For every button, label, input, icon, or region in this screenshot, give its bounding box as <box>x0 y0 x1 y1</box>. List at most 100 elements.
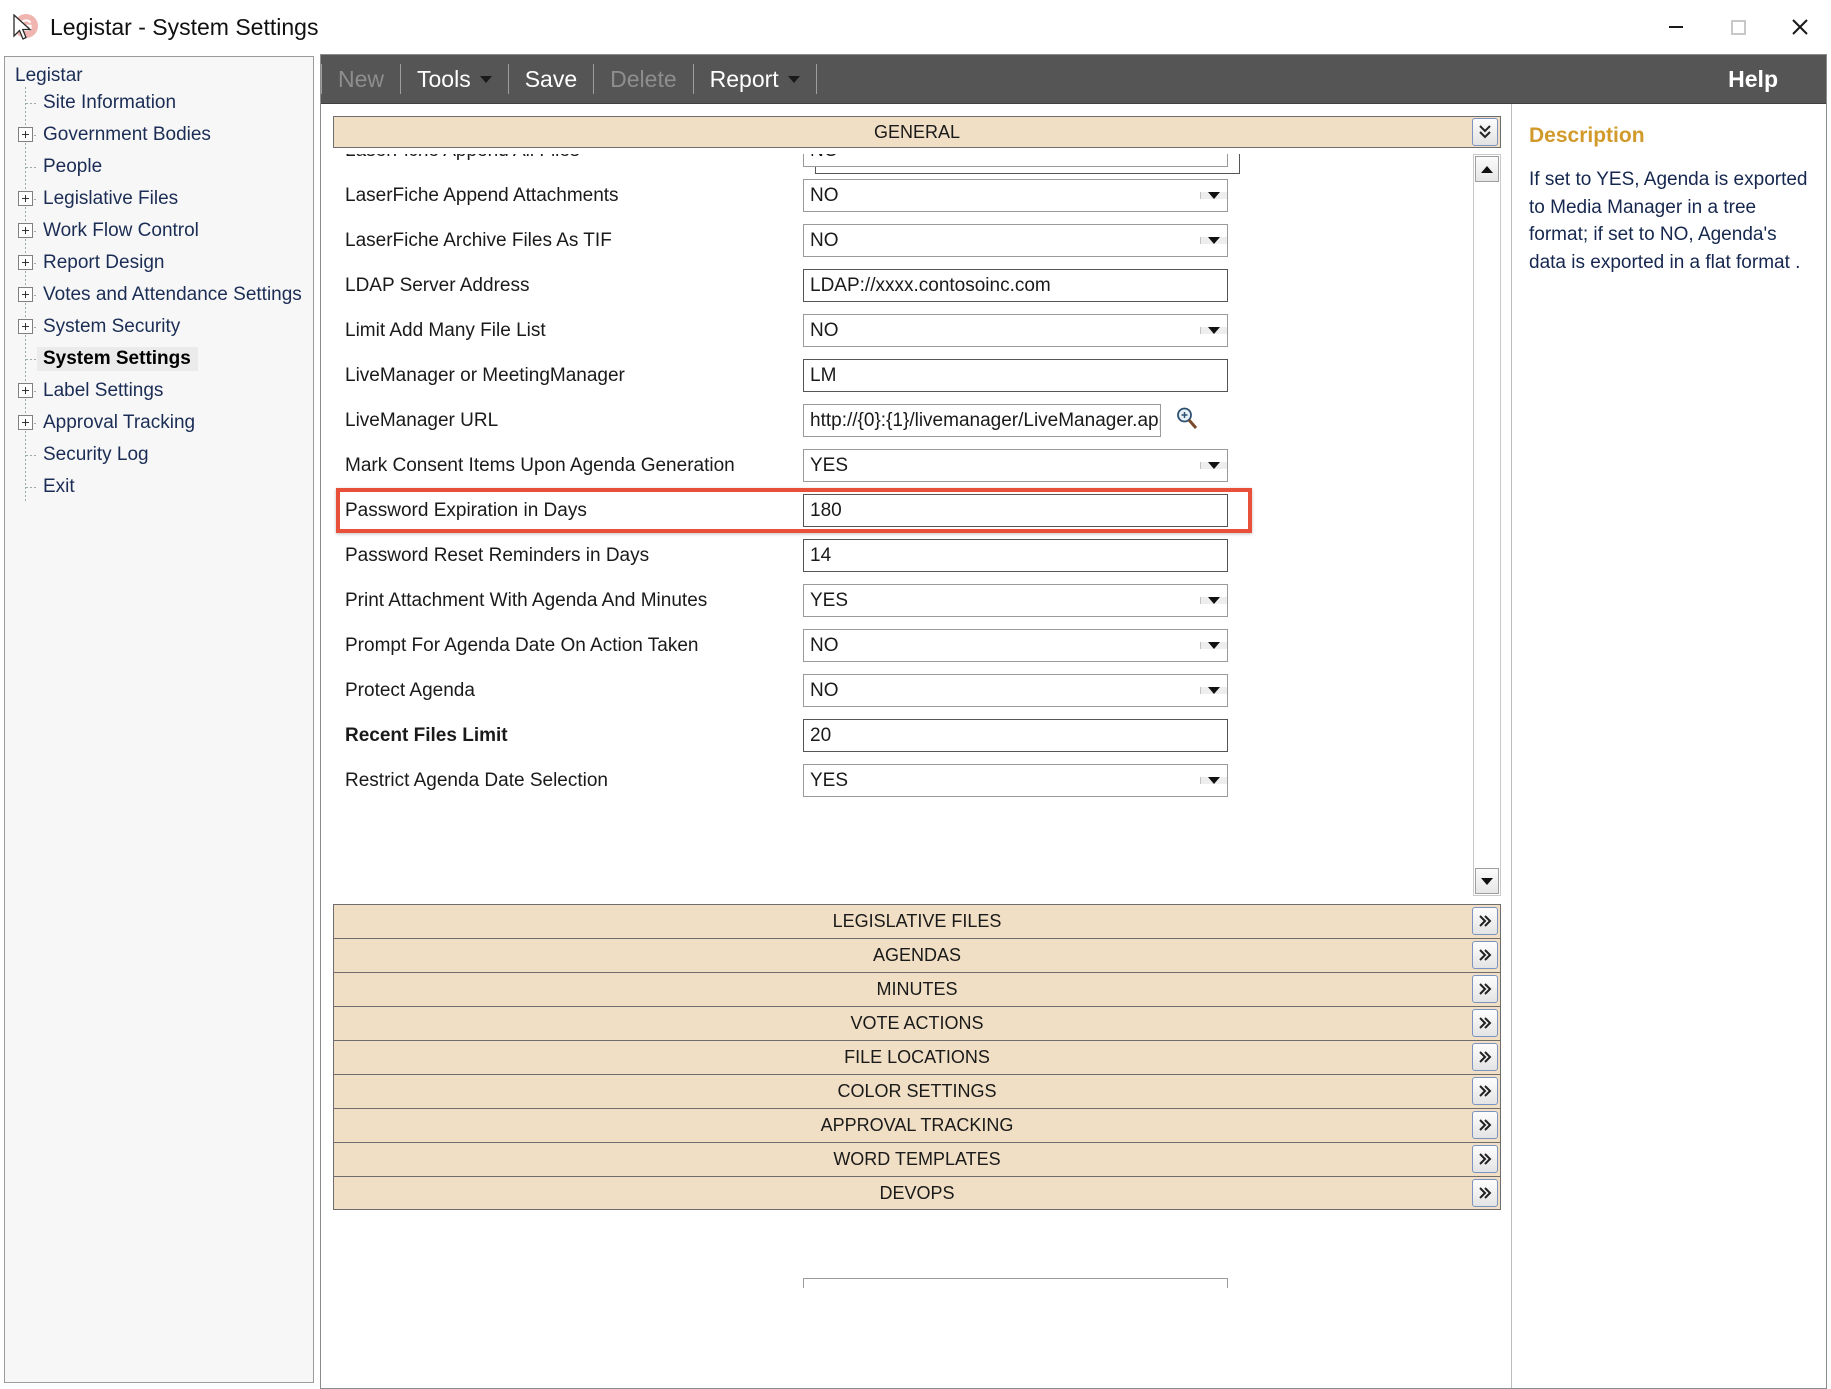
setting-dropdown[interactable]: NO <box>803 179 1228 212</box>
close-button[interactable] <box>1769 0 1831 54</box>
dropdown-arrow-button[interactable] <box>1200 327 1227 334</box>
zoom-in-magnifier-icon[interactable] <box>1174 405 1200 436</box>
setting-textbox[interactable]: 180 <box>803 494 1228 527</box>
tree-connector <box>15 471 37 503</box>
dropdown-arrow-button[interactable] <box>1200 642 1227 649</box>
navigation-tree-panel[interactable]: Legistar Site Information Government Bodi… <box>4 56 314 1383</box>
section-expand-button[interactable] <box>1472 907 1498 935</box>
section-expand-button[interactable] <box>1472 975 1498 1003</box>
collapsed-section-minutes[interactable]: MINUTES <box>333 972 1501 1006</box>
collapsed-section-approval-tracking[interactable]: APPROVAL TRACKING <box>333 1108 1501 1142</box>
sidebar-item-system-settings[interactable]: System Settings <box>5 343 313 375</box>
setting-value: LM <box>810 364 837 386</box>
toolbar-save-button[interactable]: Save <box>509 55 593 103</box>
dropdown-arrow-button[interactable] <box>1200 237 1227 244</box>
sidebar-item-votes-and-attendance-settings[interactable]: Votes and Attendance Settings <box>5 279 313 311</box>
sidebar-item-system-security[interactable]: System Security <box>5 311 313 343</box>
toolbar-new-button: New <box>322 55 400 103</box>
setting-textbox[interactable]: http://{0}:{1}/livemanager/LiveManager.a… <box>803 404 1161 437</box>
setting-label: LaserFiche Append Attachments <box>345 184 619 206</box>
sidebar-item-report-design[interactable]: Report Design <box>5 247 313 279</box>
sidebar-item-work-flow-control[interactable]: Work Flow Control <box>5 215 313 247</box>
expand-plus-icon[interactable] <box>18 255 33 270</box>
setting-value: http://{0}:{1}/livemanager/LiveManager.a… <box>810 409 1160 431</box>
scroll-up-button[interactable] <box>1475 156 1499 182</box>
section-header-general[interactable]: GENERAL <box>333 116 1501 148</box>
sidebar-item-legislative-files[interactable]: Legislative Files <box>5 183 313 215</box>
setting-dropdown[interactable]: YES <box>803 764 1228 797</box>
setting-value: LDAP://xxxx.contosoinc.com <box>810 274 1051 296</box>
expand-plus-icon[interactable] <box>18 415 33 430</box>
fields-vertical-scrollbar[interactable] <box>1473 154 1501 896</box>
section-expand-button[interactable] <box>1472 1077 1498 1105</box>
sidebar-item-security-log[interactable]: Security Log <box>5 439 313 471</box>
section-expand-button[interactable] <box>1472 1009 1498 1037</box>
dropdown-arrow-button[interactable] <box>1200 192 1227 199</box>
setting-dropdown[interactable]: YES <box>803 584 1228 617</box>
collapsed-section-color-settings[interactable]: COLOR SETTINGS <box>333 1074 1501 1108</box>
toolbar-report-button[interactable]: Report <box>694 55 816 103</box>
collapsed-sections-list: LEGISLATIVE FILES AGENDAS MINUTES VOTE ACTI… <box>333 904 1501 1210</box>
setting-control: LM <box>803 359 1228 392</box>
settings-fields-viewport[interactable]: LaserFiche Append All FilesNO LaserFiche … <box>333 154 1501 896</box>
maximize-button[interactable] <box>1707 0 1769 54</box>
collapsed-section-word-templates[interactable]: WORD TEMPLATES <box>333 1142 1501 1176</box>
setting-dropdown[interactable]: NO <box>803 674 1228 707</box>
setting-label: LiveManager or MeetingManager <box>345 364 625 386</box>
section-collapse-button[interactable] <box>1472 118 1498 146</box>
expand-plus-icon[interactable] <box>18 191 33 206</box>
scroll-down-button[interactable] <box>1475 868 1499 894</box>
setting-dropdown[interactable]: NO <box>803 224 1228 257</box>
expand-plus-icon[interactable] <box>18 383 33 398</box>
collapsed-section-legislative-files[interactable]: LEGISLATIVE FILES <box>333 904 1501 938</box>
setting-dropdown[interactable]: NO <box>803 314 1228 347</box>
tree-connector <box>15 343 37 375</box>
tree-connector <box>15 119 37 151</box>
chevron-down-icon[interactable] <box>787 75 800 83</box>
collapsed-section-agendas[interactable]: AGENDAS <box>333 938 1501 972</box>
setting-textbox[interactable]: 14 <box>803 539 1228 572</box>
sidebar-item-people[interactable]: People <box>5 151 313 183</box>
dropdown-arrow-button[interactable] <box>1200 777 1227 784</box>
section-expand-button[interactable] <box>1472 1179 1498 1207</box>
setting-row: LaserFiche Append All FilesNO <box>333 154 1473 173</box>
expand-plus-icon[interactable] <box>18 127 33 142</box>
setting-dropdown[interactable]: NO <box>803 629 1228 662</box>
setting-textbox[interactable]: LM <box>803 359 1228 392</box>
expand-plus-icon[interactable] <box>18 319 33 334</box>
section-expand-button[interactable] <box>1472 1145 1498 1173</box>
sidebar-item-government-bodies[interactable]: Government Bodies <box>5 119 313 151</box>
chevron-double-right-icon <box>1479 1153 1492 1165</box>
collapsed-section-file-locations[interactable]: FILE LOCATIONS <box>333 1040 1501 1074</box>
collapsed-section-vote-actions[interactable]: VOTE ACTIONS <box>333 1006 1501 1040</box>
sidebar-item-approval-tracking[interactable]: Approval Tracking <box>5 407 313 439</box>
setting-dropdown[interactable]: YES <box>803 449 1228 482</box>
collapsed-section-devops[interactable]: DEVOPS <box>333 1176 1501 1210</box>
expand-plus-icon[interactable] <box>18 223 33 238</box>
setting-textbox[interactable]: 20 <box>803 719 1228 752</box>
minimize-button[interactable] <box>1645 0 1707 54</box>
sidebar-item-site-information[interactable]: Site Information <box>5 87 313 119</box>
toolbar-tools-button[interactable]: Tools <box>401 55 508 103</box>
sidebar-item-label: Label Settings <box>43 380 164 401</box>
setting-value: YES <box>810 454 849 476</box>
chevron-down-icon[interactable] <box>479 75 492 83</box>
sidebar-item-label: Government Bodies <box>43 124 211 145</box>
section-expand-button[interactable] <box>1472 1111 1498 1139</box>
triangle-down-icon <box>1208 597 1220 604</box>
sidebar-item-exit[interactable]: Exit <box>5 471 313 503</box>
setting-row: Mark Consent Items Upon Agenda Generatio… <box>333 443 1473 488</box>
setting-textbox[interactable]: LDAP://xxxx.contosoinc.com <box>803 269 1228 302</box>
section-expand-button[interactable] <box>1472 1043 1498 1071</box>
setting-dropdown[interactable]: NO <box>803 154 1228 167</box>
dropdown-arrow-button[interactable] <box>1200 462 1227 469</box>
expand-plus-icon[interactable] <box>18 287 33 302</box>
dropdown-arrow-button[interactable] <box>1200 597 1227 604</box>
sidebar-item-label-settings[interactable]: Label Settings <box>5 375 313 407</box>
tree-root-node[interactable]: Legistar <box>5 57 313 87</box>
dropdown-arrow-button[interactable] <box>1200 687 1227 694</box>
section-expand-button[interactable] <box>1472 941 1498 969</box>
help-button[interactable]: Help <box>1728 66 1778 93</box>
collapsed-section-label: WORD TEMPLATES <box>833 1149 1001 1169</box>
setting-control: NO <box>803 224 1228 257</box>
